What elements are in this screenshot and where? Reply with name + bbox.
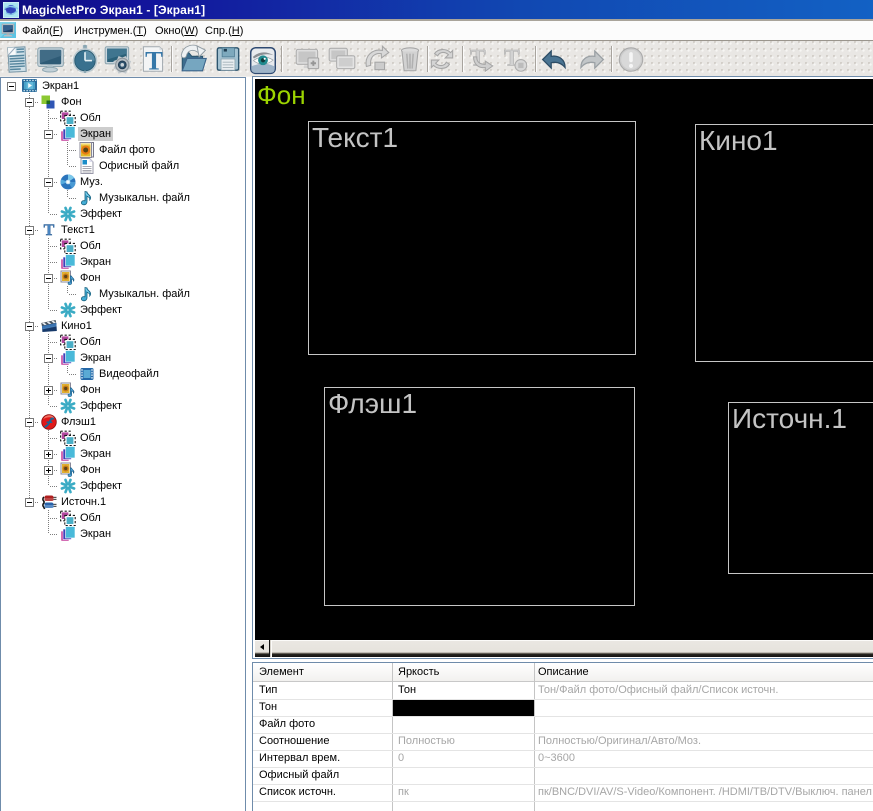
svg-text:T: T bbox=[145, 46, 163, 75]
svg-text:T: T bbox=[44, 222, 55, 238]
